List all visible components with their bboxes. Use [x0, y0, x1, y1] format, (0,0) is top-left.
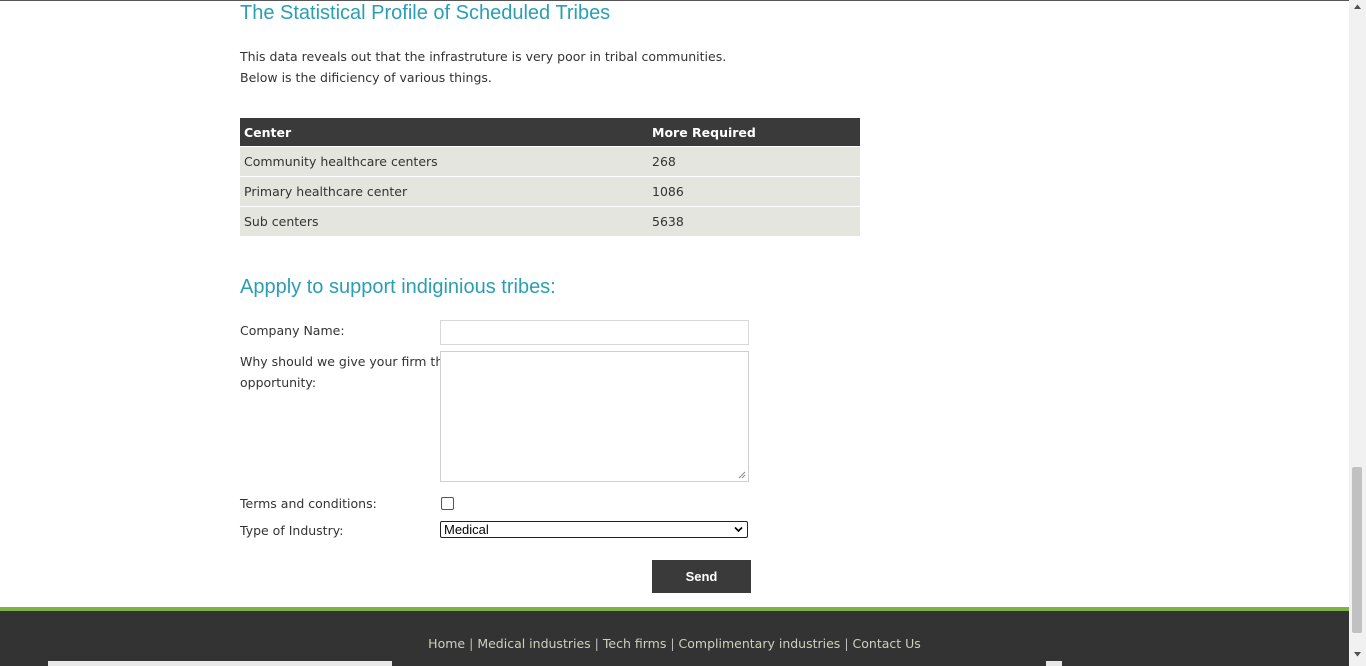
intro-text: This data reveals out that the infrastru… — [240, 46, 726, 88]
footer-link-home[interactable]: Home — [428, 636, 465, 651]
stats-table: Center More Required Community healthcar… — [240, 118, 860, 236]
footer-link-tech-firms[interactable]: Tech firms — [603, 636, 666, 651]
intro-line-1: This data reveals out that the infrastru… — [240, 49, 727, 64]
vertical-scrollbar[interactable] — [1349, 0, 1366, 666]
industry-select[interactable]: Medical — [440, 521, 748, 538]
footer: Home | Medical industries | Tech firms | Compl… — [0, 611, 1349, 666]
reason-textarea[interactable] — [440, 351, 749, 482]
terms-label: Terms and conditions: — [240, 496, 377, 511]
footer-bottom-strip — [48, 661, 392, 666]
company-name-label: Company Name: — [240, 323, 345, 338]
scrollbar-thumb[interactable] — [1352, 467, 1362, 633]
column-header-center: Center — [240, 118, 648, 147]
footer-link-contact-us[interactable]: Contact Us — [853, 636, 921, 651]
footer-bottom-strip — [1046, 661, 1062, 666]
intro-line-2: Below is the dificiency of various thing… — [240, 70, 492, 85]
footer-separator: | — [844, 636, 849, 651]
table-row: Sub centers 5638 — [240, 206, 860, 236]
section-title: The Statistical Profile of Scheduled Tri… — [240, 2, 611, 24]
scroll-down-arrow-icon[interactable] — [1353, 650, 1362, 658]
table-cell-center: Primary healthcare center — [240, 176, 648, 207]
table-cell-required: 268 — [648, 146, 860, 177]
industry-selected-value: Medical — [444, 522, 489, 537]
industry-label: Type of Industry: — [240, 523, 344, 538]
table-header-row: Center More Required — [240, 118, 860, 147]
reason-label: Why should we give your firm this opport… — [240, 351, 453, 393]
chevron-down-icon — [734, 526, 743, 533]
column-header-more-required: More Required — [648, 118, 860, 147]
table-cell-center: Community healthcare centers — [240, 146, 648, 177]
footer-nav: Home | Medical industries | Tech firms | Compl… — [0, 636, 1349, 651]
top-divider — [0, 0, 1349, 1]
reason-label-line-2: opportunity: — [240, 375, 317, 390]
table-cell-required: 1086 — [648, 176, 860, 207]
table-cell-required: 5638 — [648, 206, 860, 236]
table-row: Primary healthcare center 1086 — [240, 176, 860, 207]
reason-label-line-1: Why should we give your firm this — [240, 354, 454, 369]
footer-separator: | — [594, 636, 599, 651]
terms-checkbox[interactable] — [441, 497, 454, 510]
footer-separator: | — [670, 636, 675, 651]
resize-grip-icon[interactable] — [738, 471, 746, 479]
send-button[interactable]: Send — [652, 560, 751, 593]
table-row: Community healthcare centers 268 — [240, 146, 860, 177]
footer-link-medical-industries[interactable]: Medical industries — [477, 636, 590, 651]
footer-link-complimentary-industries[interactable]: Complimentary industries — [679, 636, 841, 651]
table-cell-center: Sub centers — [240, 206, 648, 236]
form-title: Appply to support indiginious tribes: — [240, 276, 556, 298]
scroll-up-arrow-icon[interactable] — [1353, 3, 1362, 11]
footer-separator: | — [469, 636, 474, 651]
company-name-input[interactable] — [440, 320, 749, 345]
